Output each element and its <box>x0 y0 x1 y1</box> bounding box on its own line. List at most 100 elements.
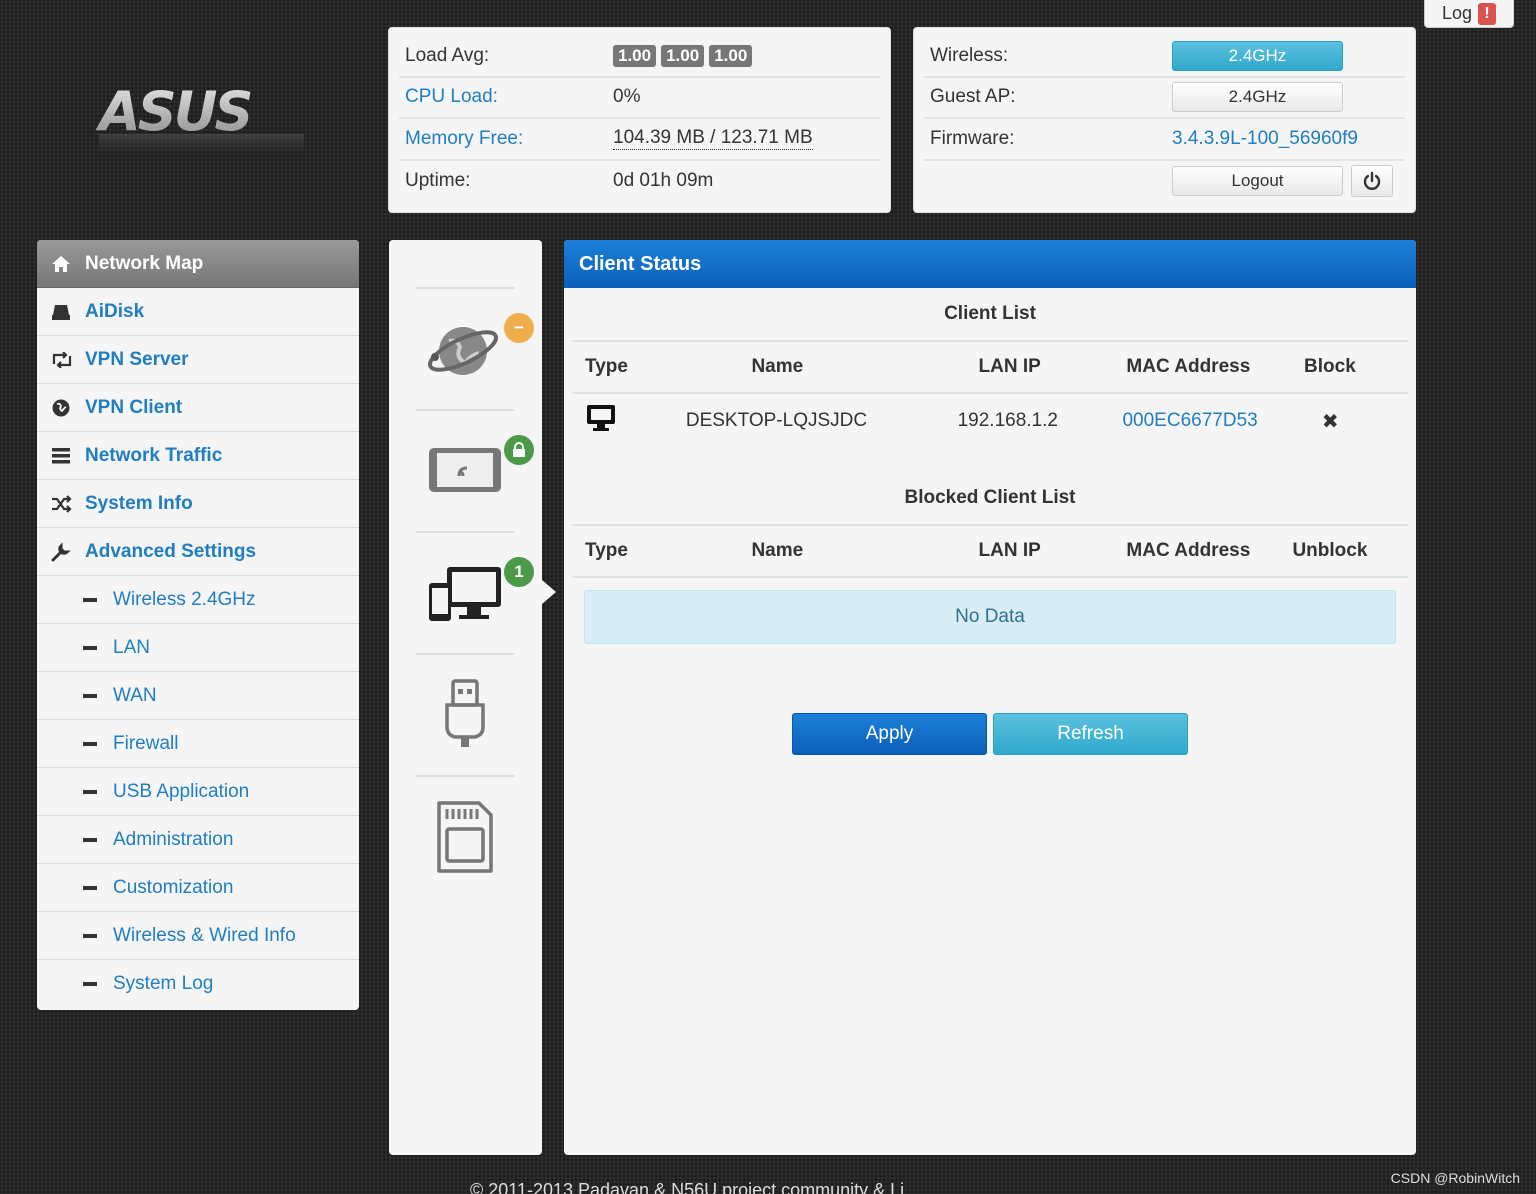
wireless-security-button[interactable] <box>416 409 534 531</box>
dash-icon <box>83 693 97 698</box>
reboot-button[interactable] <box>1351 165 1393 198</box>
network-map-icon-column: − 1 <box>389 240 542 1155</box>
col-unblock: Unblock <box>1292 540 1368 561</box>
sidebar-item-label: VPN Server <box>85 348 189 370</box>
logout-button[interactable]: Logout <box>1172 166 1343 197</box>
guest-ap-row: Guest AP: 2.4GHz <box>924 78 1405 119</box>
sidebar-item-vpn-server[interactable]: VPN Server <box>37 336 359 384</box>
col-lan-ip: LAN IP <box>978 540 1041 561</box>
sidebar-sub-label: Wireless 2.4GHz <box>113 588 256 610</box>
asus-logo: ASUS <box>95 80 310 162</box>
client-ip: 192.168.1.2 <box>957 410 1058 431</box>
sidebar-sub-label: System Log <box>113 973 214 994</box>
dash-icon <box>83 645 97 650</box>
guest-ap-label: Guest AP: <box>930 86 1016 108</box>
usb-button[interactable] <box>416 653 514 775</box>
guest-ap-24ghz-button[interactable]: 2.4GHz <box>1172 82 1343 113</box>
load-avg-5: 1.00 <box>661 44 705 67</box>
sidebar-sub-label: WAN <box>113 684 157 706</box>
apply-button[interactable]: Apply <box>792 713 987 755</box>
sidebar-item-label: Network Traffic <box>85 444 223 466</box>
cpu-load-link[interactable]: CPU Load: <box>405 86 613 108</box>
dash-icon <box>83 982 97 986</box>
dash-icon <box>83 837 97 842</box>
blocked-list-title: Blocked Client List <box>572 472 1408 526</box>
sidebar-sub-label: Administration <box>113 828 234 850</box>
logout-row: Logout <box>924 161 1405 203</box>
sidebar-item-aidisk[interactable]: AiDisk <box>37 288 359 336</box>
retweet-icon <box>51 351 85 368</box>
sidebar-item-label: VPN Client <box>85 396 183 418</box>
sidebar-sub-customization[interactable]: Customization <box>37 864 359 912</box>
client-mac-link[interactable]: 000EC6677D53 <box>1122 410 1257 432</box>
sidebar-sub-wireless-wired-info[interactable]: Wireless & Wired Info <box>37 912 359 960</box>
dash-icon <box>83 885 97 890</box>
memory-free-link[interactable]: Memory Free: <box>405 128 613 150</box>
sidebar-item-label: System Info <box>85 492 193 514</box>
sidebar-sub-administration[interactable]: Administration <box>37 816 359 864</box>
col-block: Block <box>1304 356 1356 377</box>
lock-badge <box>504 435 534 465</box>
block-client-icon[interactable]: ✖ <box>1252 409 1408 434</box>
tablet-wifi-icon <box>429 448 501 492</box>
sd-card-icon <box>437 801 493 873</box>
sidebar-item-network-map[interactable]: Network Map <box>37 240 359 288</box>
lock-icon <box>513 442 525 457</box>
sidebar-sub-label: LAN <box>113 636 150 658</box>
action-buttons: Apply Refresh <box>792 713 1188 755</box>
alert-icon: ! <box>1478 2 1497 25</box>
refresh-button[interactable]: Refresh <box>993 713 1188 755</box>
footer-copyright: © 2011-2013 Padavan & N56U project commu… <box>470 1180 905 1194</box>
internet-status-button[interactable]: − <box>416 287 534 409</box>
log-button[interactable]: Log ! <box>1424 0 1514 28</box>
wireless-24ghz-button[interactable]: 2.4GHz <box>1172 40 1343 71</box>
dash-icon <box>83 597 97 602</box>
firmware-row: Firmware: 3.4.3.9L-100_56960f9 <box>924 119 1405 161</box>
load-avg-1: 1.00 <box>613 44 657 67</box>
drive-icon <box>51 303 85 321</box>
wireless-row: Wireless: 2.4GHz <box>924 36 1405 78</box>
sidebar-sub-label: USB Application <box>113 780 250 802</box>
sidebar-menu: Network Map AiDisk VPN Server VPN Client… <box>37 240 359 1010</box>
sidebar-item-vpn-client[interactable]: VPN Client <box>37 384 359 432</box>
sidebar-item-advanced-settings[interactable]: Advanced Settings <box>37 528 359 576</box>
col-type: Type <box>585 356 628 377</box>
selected-pointer <box>542 580 556 604</box>
sidebar-sub-wireless[interactable]: Wireless 2.4GHz <box>37 576 359 624</box>
sidebar-sub-lan[interactable]: LAN <box>37 624 359 672</box>
sd-card-button[interactable] <box>416 775 514 897</box>
system-status-panel: Load Avg: 1.00 1.00 1.00 CPU Load: 0% Me… <box>388 27 891 213</box>
power-icon <box>1363 172 1381 191</box>
load-avg-15: 1.00 <box>709 44 753 67</box>
uptime-row: Uptime: 0d 01h 09m <box>399 161 880 203</box>
blocked-table-header: Type Name LAN IP MAC Address Unblock <box>572 526 1408 578</box>
client-status-panel: Client Status Client List Type Name LAN … <box>564 240 1416 1155</box>
firmware-link[interactable]: 3.4.3.9L-100_56960f9 <box>1172 128 1358 150</box>
sidebar-item-label: AiDisk <box>85 300 145 322</box>
logo-text: ASUS <box>95 82 251 143</box>
dash-icon <box>83 789 97 794</box>
client-list-title: Client List <box>572 288 1408 342</box>
devices-icon <box>429 567 501 621</box>
no-data-alert: No Data <box>584 590 1396 644</box>
internet-globe-icon <box>427 327 499 375</box>
sidebar-sub-label: Firewall <box>113 732 179 754</box>
sidebar-item-label: Advanced Settings <box>85 540 257 562</box>
internet-warning-badge: − <box>504 313 534 343</box>
sidebar-sub-firewall[interactable]: Firewall <box>37 720 359 768</box>
watermark: CSDN @RobinWitch <box>1390 1170 1520 1186</box>
sidebar-item-network-traffic[interactable]: Network Traffic <box>37 432 359 480</box>
client-name: DESKTOP-LQJSJDC <box>685 410 868 431</box>
cpu-load-value: 0% <box>613 86 641 108</box>
col-name: Name <box>751 356 804 377</box>
panel-title: Client Status <box>564 240 1416 288</box>
load-avg-label: Load Avg: <box>405 44 490 66</box>
home-icon <box>51 255 85 273</box>
col-mac: MAC Address <box>1126 356 1251 377</box>
sidebar-item-system-info[interactable]: System Info <box>37 480 359 528</box>
sidebar-sub-system-log[interactable]: System Log <box>37 960 359 1008</box>
sidebar-sub-wan[interactable]: WAN <box>37 672 359 720</box>
clients-button[interactable]: 1 <box>416 531 534 653</box>
sidebar-sub-usb-application[interactable]: USB Application <box>37 768 359 816</box>
usb-icon <box>445 679 485 747</box>
